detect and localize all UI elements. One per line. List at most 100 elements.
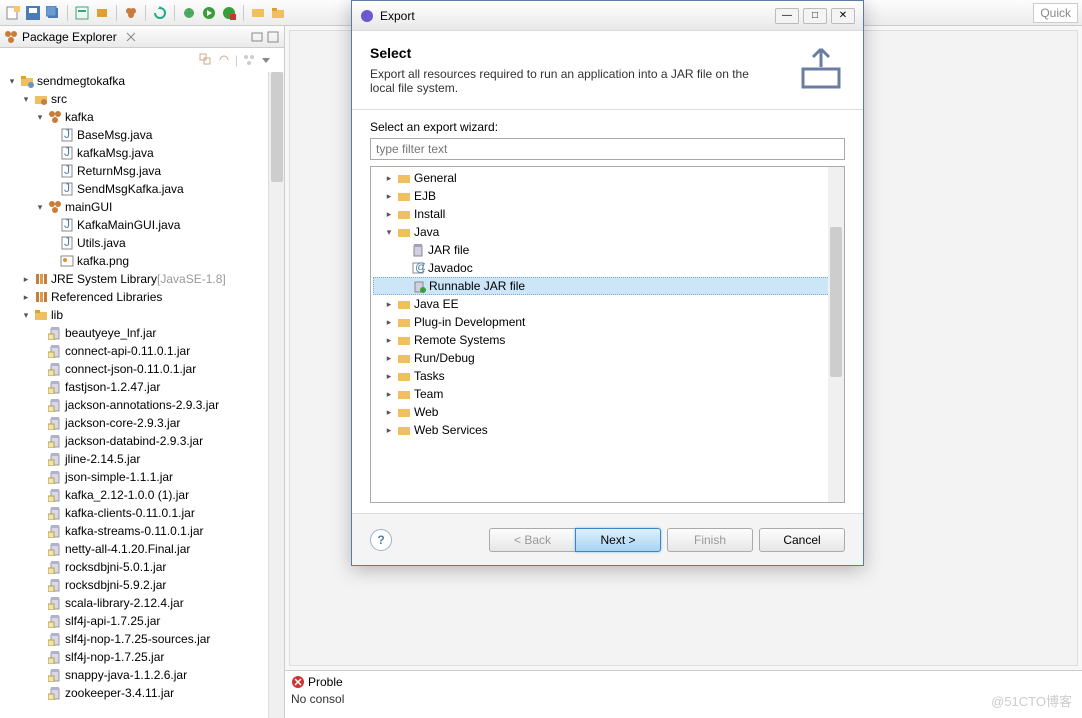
category-plugin[interactable]: Plug-in Development — [373, 313, 842, 331]
expander-icon[interactable] — [383, 370, 395, 382]
back-button[interactable]: < Back — [489, 528, 575, 552]
referenced-libraries[interactable]: Referenced Libraries — [0, 288, 284, 306]
next-button[interactable]: Next > — [575, 528, 661, 552]
java-file[interactable]: JkafkaMsg.java — [0, 144, 284, 162]
project-node[interactable]: sendmegtokafka — [0, 72, 284, 90]
wizard-javadoc[interactable]: @Javadoc — [373, 259, 842, 277]
java-file[interactable]: JSendMsgKafka.java — [0, 180, 284, 198]
scrollbar-thumb[interactable] — [271, 72, 283, 182]
expander-icon[interactable] — [383, 208, 395, 220]
expander-icon[interactable] — [383, 316, 395, 328]
jar-file[interactable]: rocksdbjni-5.0.1.jar — [0, 558, 284, 576]
scrollbar-thumb[interactable] — [830, 227, 842, 377]
new-package-icon[interactable] — [122, 4, 140, 22]
expander-icon[interactable] — [34, 111, 46, 123]
category-rundebug[interactable]: Run/Debug — [373, 349, 842, 367]
pin-icon[interactable] — [124, 30, 138, 44]
category-ejb[interactable]: EJB — [373, 187, 842, 205]
jar-file[interactable]: kafka-clients-0.11.0.1.jar — [0, 504, 284, 522]
category-remote[interactable]: Remote Systems — [373, 331, 842, 349]
java-file[interactable]: JUtils.java — [0, 234, 284, 252]
expander-icon[interactable] — [383, 334, 395, 346]
jar-file[interactable]: snappy-java-1.1.2.6.jar — [0, 666, 284, 684]
package-kafka[interactable]: kafka — [0, 108, 284, 126]
jar-file[interactable]: kafka_2.12-1.0.0 (1).jar — [0, 486, 284, 504]
new-class-icon[interactable] — [249, 4, 267, 22]
jar-file[interactable]: connect-api-0.11.0.1.jar — [0, 342, 284, 360]
jar-file[interactable]: netty-all-4.1.20.Final.jar — [0, 540, 284, 558]
category-javaee[interactable]: Java EE — [373, 295, 842, 313]
link-editor-icon[interactable] — [217, 53, 231, 67]
expander-icon[interactable] — [383, 298, 395, 310]
help-button[interactable]: ? — [370, 529, 392, 551]
category-web[interactable]: Web — [373, 403, 842, 421]
expander-icon[interactable] — [6, 75, 18, 87]
java-file[interactable]: JKafkaMainGUI.java — [0, 216, 284, 234]
jar-file[interactable]: scala-library-2.12.4.jar — [0, 594, 284, 612]
jar-file[interactable]: jackson-databind-2.9.3.jar — [0, 432, 284, 450]
category-general[interactable]: General — [373, 169, 842, 187]
lib-folder[interactable]: lib — [0, 306, 284, 324]
image-file[interactable]: kafka.png — [0, 252, 284, 270]
filter-icon[interactable] — [242, 53, 256, 67]
expander-icon[interactable] — [383, 388, 395, 400]
minimize-button[interactable]: — — [775, 8, 799, 24]
tree-scrollbar[interactable] — [268, 72, 284, 718]
java-file[interactable]: JReturnMsg.java — [0, 162, 284, 180]
jar-file[interactable]: jline-2.14.5.jar — [0, 450, 284, 468]
new-icon[interactable] — [4, 4, 22, 22]
dialog-titlebar[interactable]: Export — □ ✕ — [352, 1, 863, 31]
package-tree[interactable]: sendmegtokafka src kafka JBaseMsg.java J… — [0, 72, 284, 718]
collapse-all-icon[interactable] — [199, 53, 213, 67]
expander-icon[interactable] — [383, 172, 395, 184]
jar-file[interactable]: slf4j-nop-1.7.25-sources.jar — [0, 630, 284, 648]
jar-file[interactable]: jackson-annotations-2.9.3.jar — [0, 396, 284, 414]
wizard-runnable-jar[interactable]: Runnable JAR file — [373, 277, 842, 295]
jar-file[interactable]: fastjson-1.2.47.jar — [0, 378, 284, 396]
jar-file[interactable]: json-simple-1.1.1.jar — [0, 468, 284, 486]
wizard-jar-file[interactable]: JAR file — [373, 241, 842, 259]
jar-file[interactable]: kafka-streams-0.11.0.1.jar — [0, 522, 284, 540]
cancel-button[interactable]: Cancel — [759, 528, 845, 552]
expander-icon[interactable] — [383, 352, 395, 364]
jar-file[interactable]: beautyeye_lnf.jar — [0, 324, 284, 342]
expander-icon[interactable] — [20, 93, 32, 105]
category-install[interactable]: Install — [373, 205, 842, 223]
quick-access[interactable]: Quick — [1033, 3, 1078, 23]
expander-icon[interactable] — [20, 273, 32, 285]
wizard-tree[interactable]: General EJB Install Java JAR file @Javad… — [370, 166, 845, 503]
save-icon[interactable] — [24, 4, 42, 22]
package-maingui[interactable]: mainGUI — [0, 198, 284, 216]
expander-icon[interactable] — [383, 406, 395, 418]
category-webservices[interactable]: Web Services — [373, 421, 842, 439]
problems-tab[interactable]: Proble — [291, 675, 343, 689]
jar-file[interactable]: zookeeper-3.4.11.jar — [0, 684, 284, 702]
jar-file[interactable]: slf4j-api-1.7.25.jar — [0, 612, 284, 630]
refresh-icon[interactable] — [151, 4, 169, 22]
expander-icon[interactable] — [383, 226, 395, 238]
category-java[interactable]: Java — [373, 223, 842, 241]
filter-input[interactable] — [370, 138, 845, 160]
src-folder[interactable]: src — [0, 90, 284, 108]
expander-icon[interactable] — [34, 201, 46, 213]
expander-icon[interactable] — [383, 424, 395, 436]
java-file[interactable]: JBaseMsg.java — [0, 126, 284, 144]
jar-file[interactable]: jackson-core-2.9.3.jar — [0, 414, 284, 432]
maximize-button[interactable]: □ — [803, 8, 827, 24]
new-folder-icon[interactable] — [269, 4, 287, 22]
jre-library[interactable]: JRE System Library [JavaSE-1.8] — [0, 270, 284, 288]
close-button[interactable]: ✕ — [831, 8, 855, 24]
expander-icon[interactable] — [383, 190, 395, 202]
debug-icon[interactable] — [180, 4, 198, 22]
run-icon[interactable] — [200, 4, 218, 22]
category-tasks[interactable]: Tasks — [373, 367, 842, 385]
maximize-icon[interactable] — [266, 30, 280, 44]
jar-file[interactable]: slf4j-nop-1.7.25.jar — [0, 648, 284, 666]
view-menu-icon[interactable] — [260, 54, 272, 66]
expander-icon[interactable] — [20, 309, 32, 321]
save-all-icon[interactable] — [44, 4, 62, 22]
jar-file[interactable]: connect-json-0.11.0.1.jar — [0, 360, 284, 378]
finish-button[interactable]: Finish — [667, 528, 753, 552]
minimize-icon[interactable] — [250, 30, 264, 44]
toggle-breadcrumb-icon[interactable] — [73, 4, 91, 22]
